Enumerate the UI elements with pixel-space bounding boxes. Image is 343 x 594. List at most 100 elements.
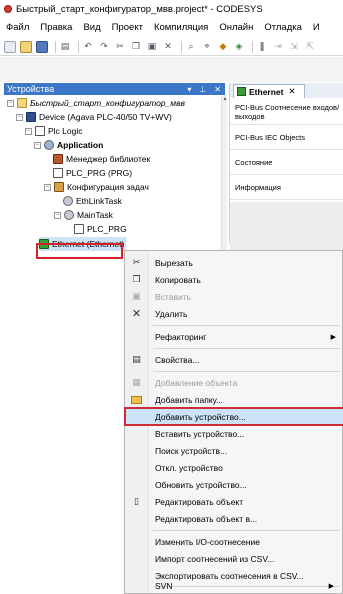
tree-item-application[interactable]: − Application (34, 138, 103, 152)
menu-more[interactable]: И (313, 22, 320, 33)
tree-item-maintask[interactable]: − MainTask (54, 208, 113, 222)
menu-item-edit-io-mapping[interactable]: Изменить I/O-соотнесение (125, 533, 343, 550)
menu-item-scan-devices[interactable]: Поиск устройств... (125, 442, 343, 459)
tree-item-label: MainTask (77, 210, 113, 220)
tree-item-plc-prg-call[interactable]: PLC_PRG (74, 222, 127, 236)
redo-icon[interactable]: ↷ (98, 41, 110, 53)
ethernet-editor: Ethernet ✕ PCI-Bus Соотнесение входов/вы… (229, 83, 343, 262)
tab-ethernet[interactable]: Ethernet ✕ (233, 84, 305, 98)
tree-item-label: EthLinkTask (76, 196, 122, 206)
breakpoint-icon[interactable]: ❚ (256, 41, 268, 53)
copy-icon[interactable]: ❐ (130, 41, 142, 53)
properties-icon: ▤ (132, 354, 141, 364)
plc-logic-icon (35, 126, 45, 136)
pou-icon (53, 168, 63, 178)
paste-icon[interactable]: ▣ (146, 41, 158, 53)
menu-item-update-device[interactable]: Обновить устройство... (125, 476, 343, 493)
find-replace-icon[interactable]: ⌖ (201, 41, 213, 53)
toolbar-separator (181, 40, 182, 53)
menu-view[interactable]: Вид (83, 22, 100, 33)
ethernet-icon (237, 87, 246, 96)
task-config-icon (54, 182, 64, 192)
menu-separator (153, 348, 339, 349)
menu-debug[interactable]: Отладка (264, 22, 302, 33)
menu-item-disable-device[interactable]: Откл. устройство (125, 459, 343, 476)
menu-separator (153, 530, 339, 531)
tree-item-library-manager[interactable]: Менеджер библиотек (53, 152, 150, 166)
annotation-box-ethernet (36, 243, 123, 259)
menu-item-cut[interactable]: ✂ Вырезать (125, 254, 343, 271)
delete-icon[interactable]: ✕ (162, 41, 174, 53)
collapse-icon[interactable]: − (54, 211, 61, 219)
submenu-arrow-icon: ▶ (330, 333, 336, 341)
tree-item-device[interactable]: − Device (Agava PLC-40/50 TV+WV) (16, 110, 172, 124)
close-tab-icon[interactable]: ✕ (288, 86, 295, 97)
menu-item-add-folder[interactable]: Добавить папку... (125, 391, 343, 408)
collapse-icon[interactable]: − (25, 127, 32, 135)
collapse-icon[interactable]: − (7, 99, 14, 107)
menu-build[interactable]: Компиляция (154, 22, 208, 33)
open-project-icon[interactable] (20, 40, 32, 53)
tab-label: Ethernet (249, 86, 284, 97)
tree-item-plc-prg[interactable]: PLC_PRG (PRG) (53, 166, 132, 180)
tree-item-project[interactable]: − Быстрый_старт_конфигуратор_мвв (7, 96, 185, 110)
codesys-app-icon (4, 5, 12, 13)
toolbar-separator (55, 40, 56, 53)
application-icon (44, 140, 54, 150)
tree-item-label: Менеджер библиотек (66, 154, 151, 164)
toolbar-separator (252, 40, 253, 53)
pin-icon[interactable]: ⊥ (199, 85, 206, 94)
menu-item-properties[interactable]: ▤ Свойства... (125, 351, 343, 368)
submenu-arrow-icon: ▶ (328, 582, 334, 590)
save-icon[interactable] (36, 40, 48, 53)
step-over-icon[interactable]: ⇥ (272, 41, 284, 53)
menu-online[interactable]: Онлайн (219, 22, 253, 33)
toolbar-separator (78, 40, 79, 53)
cut-icon[interactable]: ✂ (114, 41, 126, 53)
menu-project[interactable]: Проект (112, 22, 143, 33)
build-icon[interactable]: ◆ (217, 41, 229, 53)
side-tab-io-mapping[interactable]: PCI-Bus Соотнесение входов/выходов (230, 100, 343, 125)
menu-item-add-device[interactable]: Добавить устройство... (124, 407, 343, 426)
menu-separator (153, 371, 339, 372)
editor-side-tabs: PCI-Bus Соотнесение входов/выходов PCI-B… (230, 100, 343, 200)
find-icon[interactable]: ⌕ (185, 41, 197, 53)
side-tab-iec-objects[interactable]: PCI-Bus IEC Objects (230, 125, 343, 150)
collapse-icon[interactable]: − (16, 113, 23, 121)
menu-item-refactoring[interactable]: Рефакторинг ▶ (125, 328, 343, 345)
tree-item-ethlinktask[interactable]: EthLinkTask (63, 194, 122, 208)
menu-edit[interactable]: Правка (40, 22, 72, 33)
menu-item-svn[interactable]: SVN ▶ (125, 577, 342, 594)
delete-icon: ✕ (131, 308, 142, 320)
menu-file[interactable]: Файл (6, 22, 29, 33)
scroll-up-icon[interactable]: ▲ (222, 96, 228, 102)
task-icon (64, 210, 74, 220)
menu-item-delete[interactable]: ✕ Удалить (125, 305, 343, 322)
menu-item-paste[interactable]: ▣ Вставить (125, 288, 343, 305)
step-into-icon[interactable]: ⇲ (288, 41, 300, 53)
undo-icon[interactable]: ↶ (82, 41, 94, 53)
side-tab-info[interactable]: Информация (230, 175, 343, 200)
tree-item-plc-logic[interactable]: − Plc Logic (25, 124, 83, 138)
menu-item-copy[interactable]: ❐ Копировать (125, 271, 343, 288)
menu-item-import-csv[interactable]: Импорт соотнесений из CSV... (125, 550, 343, 567)
library-manager-icon (53, 154, 63, 164)
collapse-icon[interactable]: − (44, 183, 51, 191)
menu-item-insert-device[interactable]: Вставить устройство... (125, 425, 343, 442)
rebuild-icon[interactable]: ◈ (233, 41, 245, 53)
tree-item-label: Быстрый_старт_конфигуратор_мвв (30, 98, 185, 108)
collapse-icon[interactable]: − (34, 141, 41, 149)
close-icon[interactable]: ✕ (214, 85, 221, 94)
side-tab-status[interactable]: Состояние (230, 150, 343, 175)
menu-item-edit-object[interactable]: ▯ Редактировать объект (125, 493, 343, 510)
print-icon[interactable]: ▤ (59, 41, 71, 53)
new-project-icon[interactable] (4, 40, 16, 53)
panel-dropdown-icon[interactable]: ▾ (187, 85, 191, 94)
step-out-icon[interactable]: ⇱ (304, 41, 316, 53)
window-title: Быстрый_старт_конфигуратор_мвв.project* … (16, 3, 263, 15)
menu-item-edit-object-with[interactable]: Редактировать объект в... (125, 510, 343, 527)
tree-item-task-config[interactable]: − Конфигурация задач (44, 180, 149, 194)
add-object-icon: ▦ (132, 377, 141, 387)
main-toolbar: ▤ ↶ ↷ ✂ ❐ ▣ ✕ ⌕ ⌖ ◆ ◈ ❚ ⇥ ⇲ ⇱ (0, 38, 343, 56)
menu-item-add-object[interactable]: ▦ Добавление объекта (125, 374, 343, 391)
